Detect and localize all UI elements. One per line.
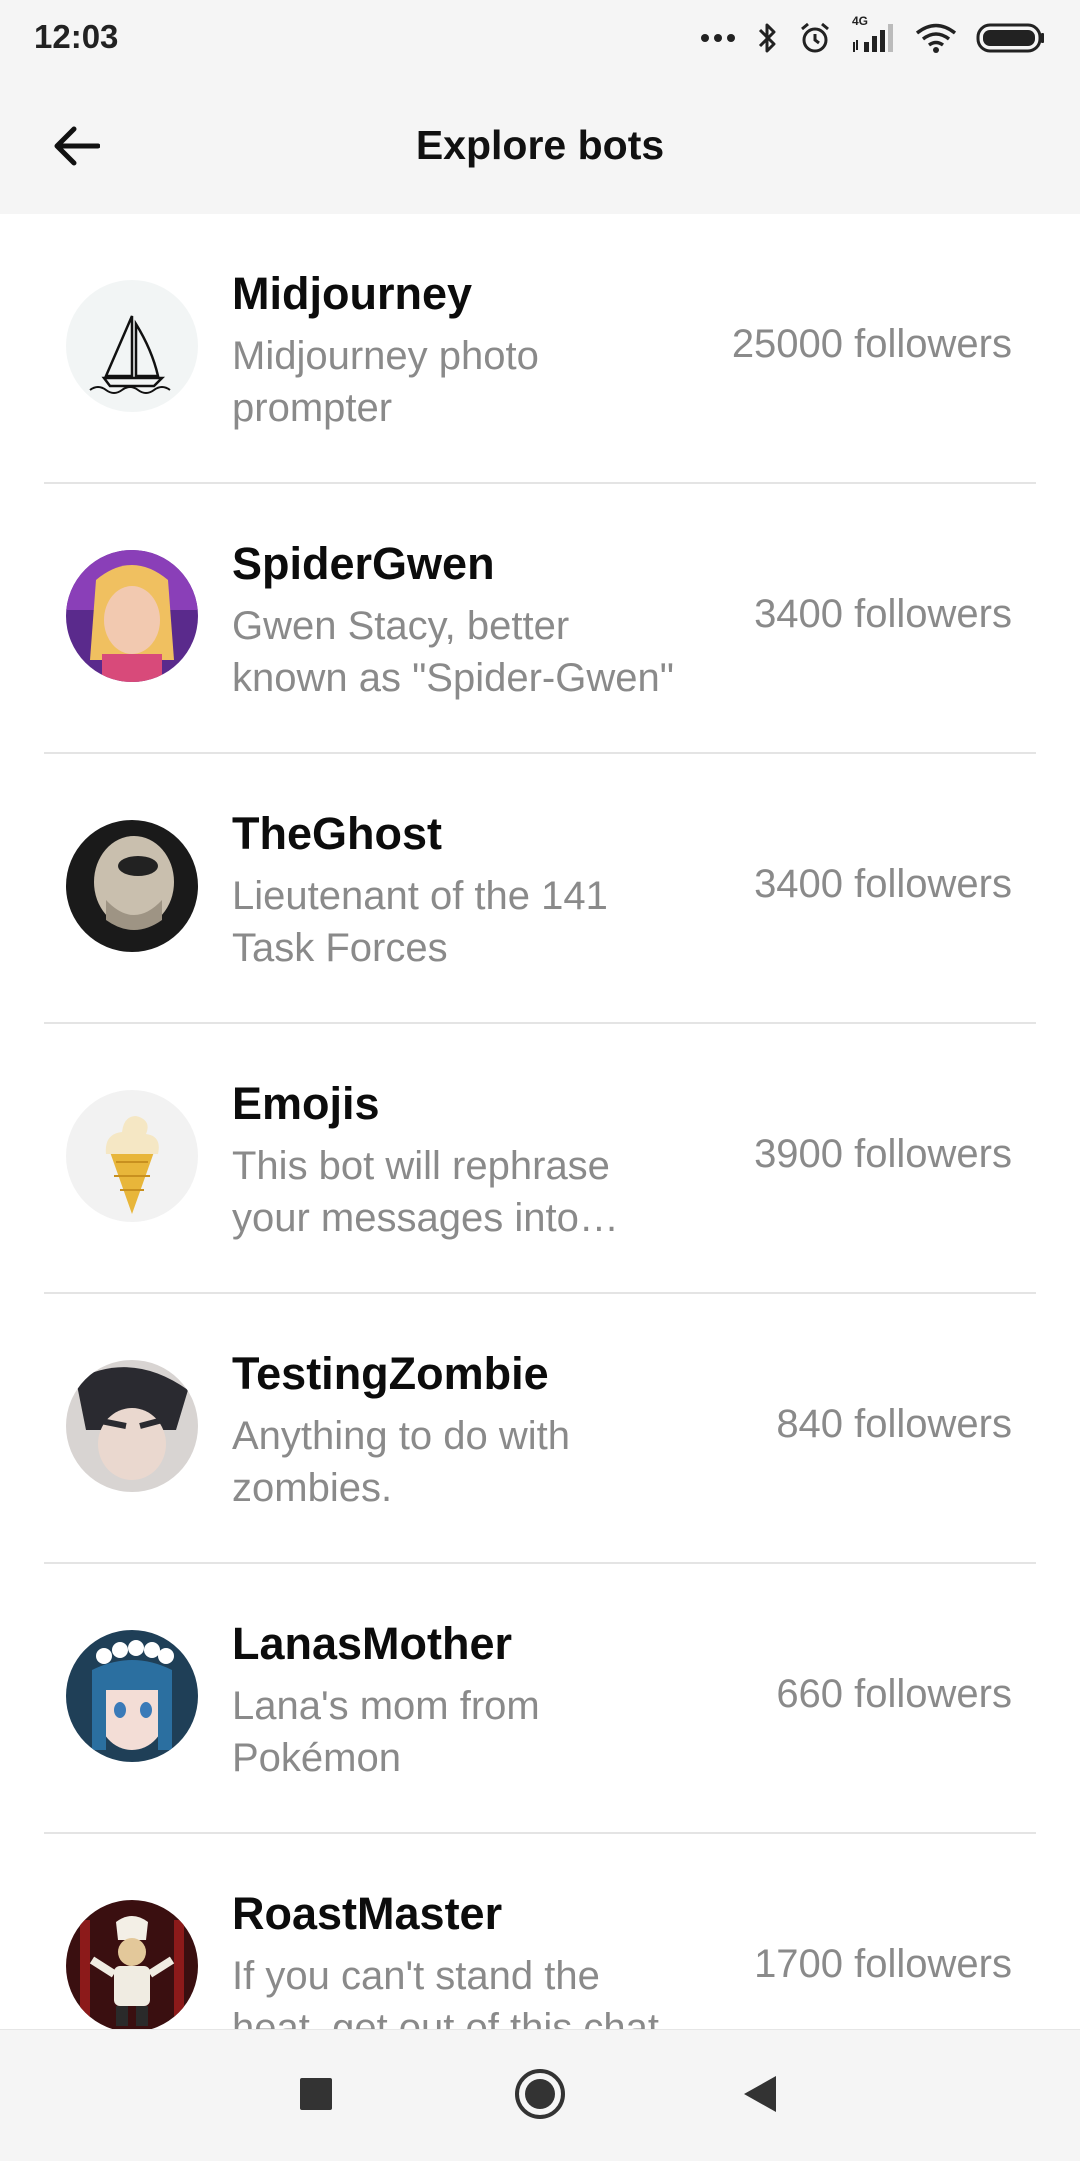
bot-name: Emojis xyxy=(232,1078,380,1129)
avatar xyxy=(66,1090,198,1222)
alarm-icon xyxy=(798,21,832,55)
list-item[interactable]: LanasMother Lana's mom from Pokémon 660 … xyxy=(44,1562,1036,1832)
bluetooth-icon xyxy=(754,21,780,55)
avatar xyxy=(66,550,198,682)
avatar xyxy=(66,280,198,412)
follower-count: 840 followers xyxy=(776,1402,1012,1446)
circle-home-icon xyxy=(514,2068,566,2125)
avatar xyxy=(66,1900,198,2029)
list-item[interactable]: Midjourney Midjourney photo prompter 250… xyxy=(0,214,1080,482)
bot-name: Midjourney xyxy=(232,268,473,319)
list-item[interactable]: TheGhost Lieutenant of the 141 Task Forc… xyxy=(44,752,1036,1022)
bot-list[interactable]: Midjourney Midjourney photo prompter 250… xyxy=(0,214,1080,2029)
network-label: 4G xyxy=(852,14,869,28)
follower-count: 3400 followers xyxy=(754,592,1012,636)
signal-icon: 4G xyxy=(850,14,896,54)
bot-description: If you can't stand the heat, get out of … xyxy=(232,1954,659,2029)
avatar xyxy=(66,1360,198,1492)
list-item[interactable]: TestingZombie Anything to do with zombie… xyxy=(44,1292,1036,1562)
bot-name: RoastMaster xyxy=(232,1888,503,1939)
avatar xyxy=(66,1630,198,1762)
more-dots-icon xyxy=(700,33,736,43)
list-item[interactable]: RoastMaster If you can't stand the heat,… xyxy=(44,1832,1036,2029)
list-item[interactable]: SpiderGwen Gwen Stacy, better known as "… xyxy=(44,482,1036,752)
page-title: Explore bots xyxy=(415,122,665,168)
recents-button[interactable] xyxy=(280,2060,352,2132)
system-nav-bar xyxy=(0,2029,1080,2161)
home-button[interactable] xyxy=(504,2060,576,2132)
follower-count: 25000 followers xyxy=(731,322,1012,366)
follower-count: 660 followers xyxy=(776,1672,1012,1716)
status-bar: 12:03 4G xyxy=(0,0,1080,76)
battery-icon xyxy=(976,22,1046,54)
bot-name: TestingZombie xyxy=(232,1348,549,1399)
bot-description: Gwen Stacy, better known as "Spider-Gwen… xyxy=(232,604,674,700)
wifi-icon xyxy=(914,22,958,54)
follower-count: 3400 followers xyxy=(754,862,1012,906)
bot-description: Midjourney photo prompter xyxy=(232,334,539,430)
bot-description: This bot will rephrase your messages int… xyxy=(232,1144,610,1240)
bot-name: TheGhost xyxy=(232,808,442,859)
app-bar: Explore bots xyxy=(0,76,1080,214)
triangle-back-icon xyxy=(742,2074,778,2119)
list-item[interactable]: Emojis This bot will rephrase your messa… xyxy=(44,1022,1036,1292)
avatar xyxy=(66,820,198,952)
square-recents-icon xyxy=(299,2077,333,2116)
bot-description: Anything to do with zombies. xyxy=(232,1414,570,1510)
bot-name: LanasMother xyxy=(232,1618,513,1669)
bot-name: SpiderGwen xyxy=(232,538,495,589)
bot-description: Lana's mom from Pokémon xyxy=(232,1684,540,1780)
back-nav-button[interactable] xyxy=(724,2060,796,2132)
follower-count: 3900 followers xyxy=(754,1132,1012,1176)
bot-description: Lieutenant of the 141 Task Forces xyxy=(232,874,608,970)
status-time: 12:03 xyxy=(34,18,119,55)
follower-count: 1700 followers xyxy=(754,1942,1012,1986)
status-icons: 4G xyxy=(700,14,1046,60)
